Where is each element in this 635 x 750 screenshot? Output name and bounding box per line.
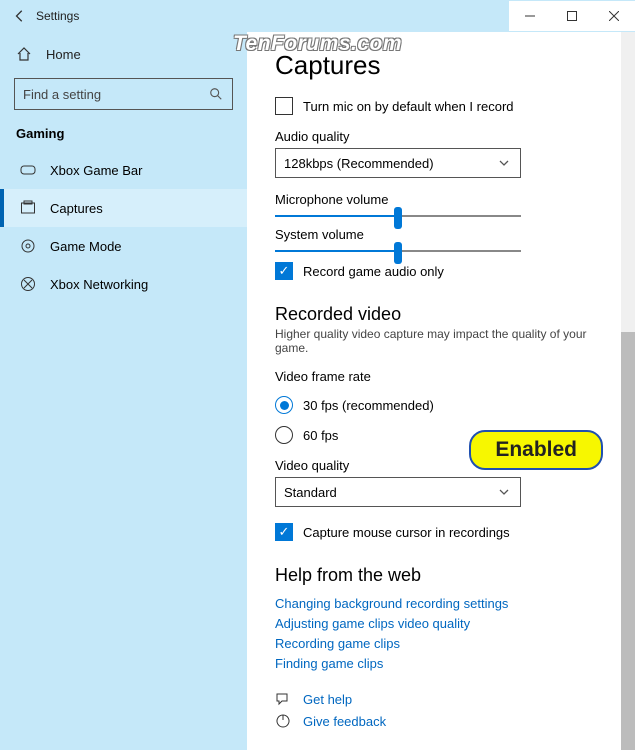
content-pane: Captures Turn mic on by default when I r…: [247, 32, 635, 750]
chevron-down-icon: [496, 484, 512, 500]
checkbox-icon: [275, 97, 293, 115]
recorded-video-sub: Higher quality video capture may impact …: [275, 327, 617, 355]
home-label: Home: [46, 47, 81, 62]
scrollbar[interactable]: [621, 32, 635, 750]
frame-rate-label: Video frame rate: [275, 369, 617, 384]
radio-icon: [275, 426, 293, 444]
mic-volume-label: Microphone volume: [275, 192, 617, 207]
enabled-badge: Enabled: [469, 430, 603, 470]
radio-icon: [275, 396, 293, 414]
search-icon: [208, 86, 224, 102]
get-help-link[interactable]: Get help: [275, 691, 617, 707]
window-title: Settings: [36, 9, 79, 23]
mic-default-checkbox[interactable]: Turn mic on by default when I record: [275, 97, 617, 115]
help-icon: [275, 691, 291, 707]
game-mode-icon: [20, 238, 36, 254]
video-quality-select[interactable]: Standard: [275, 477, 521, 507]
scrollbar-thumb[interactable]: [621, 332, 635, 750]
select-value: 128kbps (Recommended): [284, 156, 434, 171]
help-link[interactable]: Adjusting game clips video quality: [275, 616, 617, 631]
captures-icon: [20, 200, 36, 216]
sidebar-item-captures[interactable]: Captures: [0, 189, 247, 227]
slider-thumb[interactable]: [394, 242, 402, 264]
help-label: Get help: [303, 692, 352, 707]
sidebar-item-xbox-networking[interactable]: Xbox Networking: [0, 265, 247, 303]
checkbox-label: Turn mic on by default when I record: [303, 99, 514, 114]
fps-30-radio[interactable]: 30 fps (recommended): [275, 396, 617, 414]
checkbox-label: Record game audio only: [303, 264, 444, 279]
sidebar-item-xbox-game-bar[interactable]: Xbox Game Bar: [0, 151, 247, 189]
sys-volume-label: System volume: [275, 227, 617, 242]
watermark: TenForums.com: [233, 32, 402, 56]
record-game-audio-checkbox[interactable]: ✓ Record game audio only: [275, 262, 617, 280]
sidebar-item-label: Xbox Game Bar: [50, 163, 143, 178]
radio-label: 60 fps: [303, 428, 338, 443]
maximize-button[interactable]: [551, 1, 593, 31]
help-heading: Help from the web: [275, 565, 617, 586]
home-icon: [16, 46, 32, 62]
search-input[interactable]: Find a setting: [14, 78, 233, 110]
sidebar: Home Find a setting Gaming Xbox Game Bar…: [0, 32, 247, 750]
category-title: Gaming: [0, 120, 247, 151]
titlebar: Settings: [0, 0, 635, 32]
xbox-icon: [20, 276, 36, 292]
window-controls: [509, 1, 635, 31]
audio-quality-select[interactable]: 128kbps (Recommended): [275, 148, 521, 178]
close-button[interactable]: [593, 1, 635, 31]
chevron-down-icon: [496, 155, 512, 171]
sidebar-item-label: Captures: [50, 201, 103, 216]
checkbox-label: Capture mouse cursor in recordings: [303, 525, 510, 540]
sidebar-item-game-mode[interactable]: Game Mode: [0, 227, 247, 265]
checkbox-icon: ✓: [275, 523, 293, 541]
help-link[interactable]: Recording game clips: [275, 636, 617, 651]
search-placeholder: Find a setting: [23, 87, 101, 102]
feedback-icon: [275, 713, 291, 729]
sidebar-item-label: Game Mode: [50, 239, 122, 254]
sys-volume-slider[interactable]: [275, 250, 521, 252]
slider-thumb[interactable]: [394, 207, 402, 229]
audio-quality-label: Audio quality: [275, 129, 617, 144]
help-link[interactable]: Changing background recording settings: [275, 596, 617, 611]
select-value: Standard: [284, 485, 337, 500]
sidebar-item-label: Xbox Networking: [50, 277, 148, 292]
radio-label: 30 fps (recommended): [303, 398, 434, 413]
checkbox-icon: ✓: [275, 262, 293, 280]
give-feedback-link[interactable]: Give feedback: [275, 713, 617, 729]
feedback-label: Give feedback: [303, 714, 386, 729]
help-link[interactable]: Finding game clips: [275, 656, 617, 671]
recorded-video-heading: Recorded video: [275, 304, 617, 325]
mic-volume-slider[interactable]: [275, 215, 521, 217]
home-link[interactable]: Home: [0, 36, 247, 72]
back-icon[interactable]: [12, 8, 28, 24]
minimize-button[interactable]: [509, 1, 551, 31]
capture-cursor-checkbox[interactable]: ✓ Capture mouse cursor in recordings: [275, 523, 617, 541]
game-bar-icon: [20, 162, 36, 178]
